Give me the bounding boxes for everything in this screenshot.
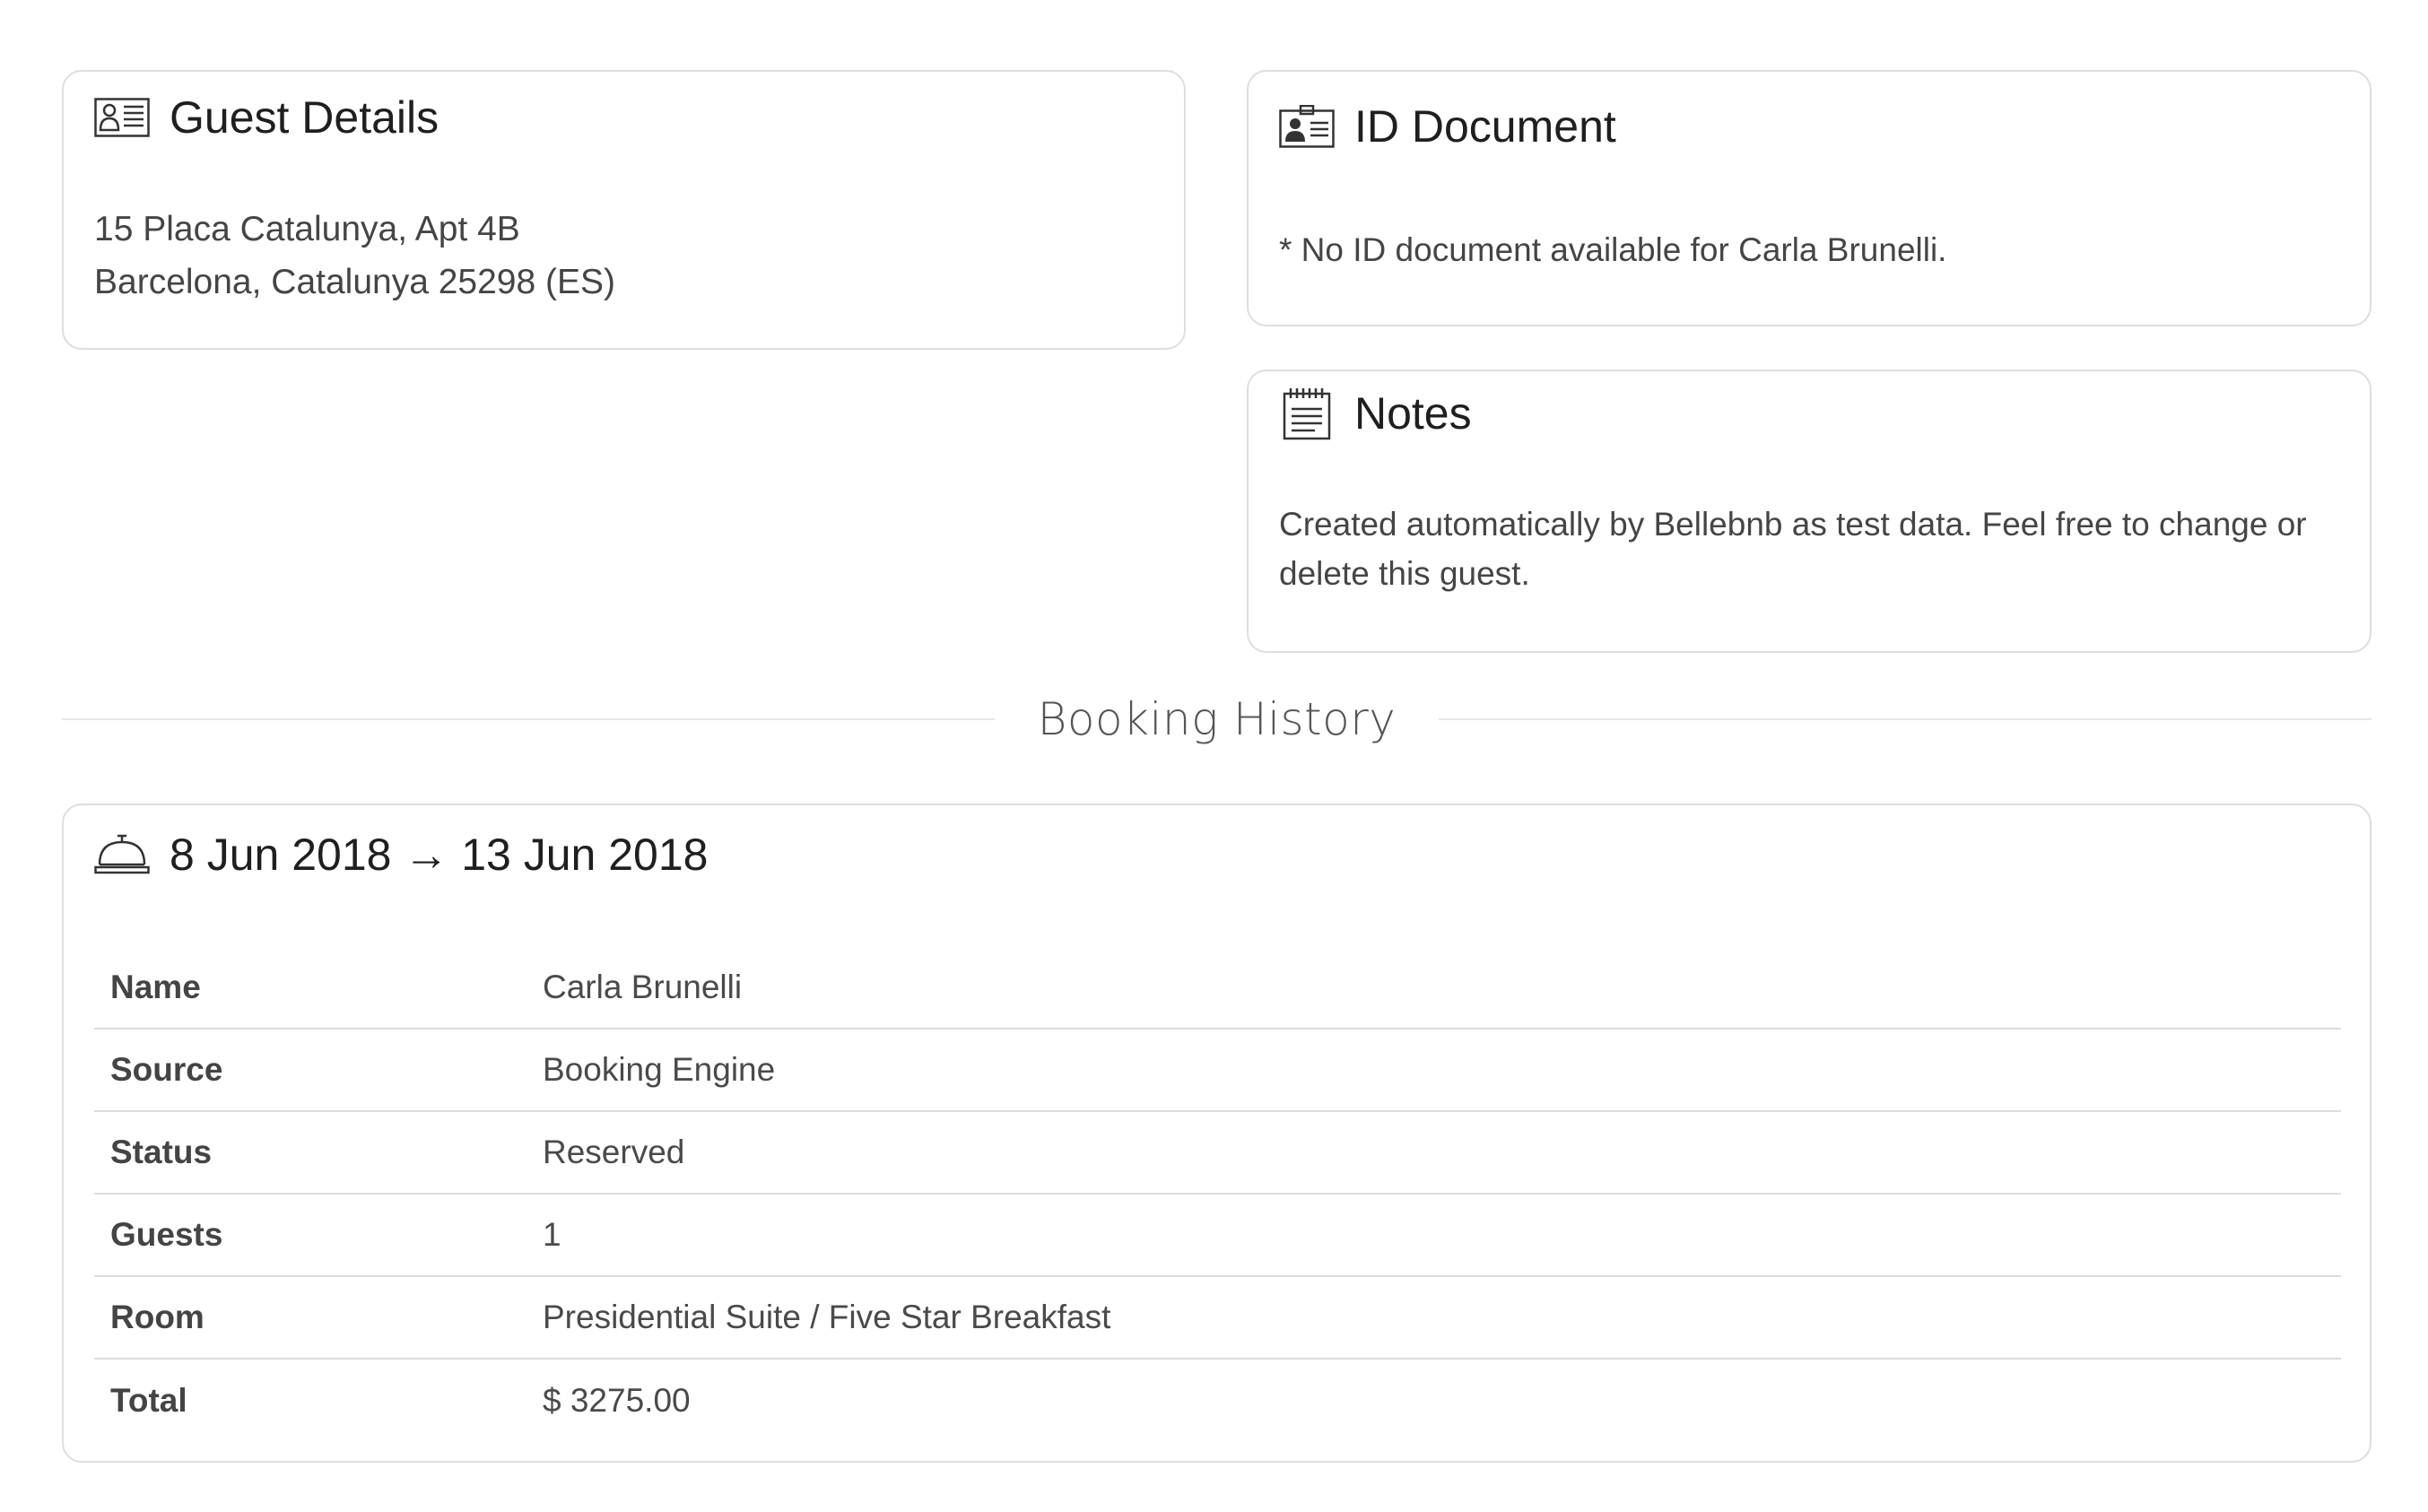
table-row: Source Booking Engine (94, 1028, 2341, 1111)
row-value-room: Presidential Suite / Five Star Breakfast (543, 1275, 2341, 1359)
booking-card: 8 Jun 2018 → 13 Jun 2018 Name Carla Brun… (62, 804, 2371, 1463)
notes-text-line-1: Created automatically by Bellebnb as tes… (1279, 506, 2307, 543)
address-line-1: 15 Placa Catalunya, Apt 4B (94, 210, 520, 248)
contact-card-icon (94, 95, 150, 140)
id-document-card: ID Document * No ID document available f… (1247, 70, 2371, 326)
table-row: Total $ 3275.00 (94, 1358, 2341, 1441)
notes-text: Created automatically by Bellebnb as tes… (1279, 500, 2339, 598)
guest-details-header: Guest Details (94, 95, 439, 140)
row-value-name: Carla Brunelli (543, 968, 743, 1005)
row-label-guests: Guests (94, 1193, 543, 1276)
guest-details-title: Guest Details (170, 92, 439, 143)
guest-address: 15 Placa Catalunya, Apt 4B Barcelona, Ca… (94, 203, 1153, 308)
id-document-message: * No ID document available for Carla Bru… (1279, 231, 1947, 268)
divider-rule-right (1439, 718, 2371, 720)
row-value-guests: 1 (543, 1193, 2341, 1276)
row-label-name: Name (110, 968, 201, 1005)
booking-history-heading: Booking History (1037, 693, 1397, 745)
row-label-room: Room (94, 1275, 543, 1359)
booking-details-table: Name Carla Brunelli Source Booking Engin… (94, 946, 2341, 1441)
row-label-source: Source (94, 1028, 543, 1111)
booking-header: 8 Jun 2018 → 13 Jun 2018 (94, 832, 708, 877)
row-value-total: $ 3275.00 (543, 1358, 2341, 1441)
row-value-source: Booking Engine (543, 1028, 2341, 1111)
table-row: Guests 1 (94, 1193, 2341, 1276)
service-bell-icon (94, 832, 150, 877)
table-row: Status Reserved (94, 1110, 2341, 1194)
row-label-total: Total (94, 1358, 543, 1441)
id-badge-icon (1279, 104, 1335, 149)
divider-rule-left (62, 718, 995, 720)
id-document-title: ID Document (1354, 101, 1616, 152)
row-label-status: Status (94, 1110, 543, 1194)
notes-card: Notes Created automatically by Bellebnb … (1247, 369, 2371, 653)
notepad-icon (1279, 388, 1335, 440)
notes-title: Notes (1354, 388, 1472, 439)
booking-date-range: 8 Jun 2018 → 13 Jun 2018 (170, 830, 709, 880)
table-row: Name Carla Brunelli (94, 946, 2341, 1029)
booking-history-divider: Booking History (62, 692, 2371, 746)
id-document-header: ID Document (1279, 104, 1616, 149)
table-row: Room Presidential Suite / Five Star Brea… (94, 1275, 2341, 1359)
row-value-status: Reserved (543, 1110, 2341, 1194)
guest-details-card: Guest Details 15 Placa Catalunya, Apt 4B… (62, 70, 1186, 350)
address-line-2: Barcelona, Catalunya 25298 (ES) (94, 263, 616, 301)
notes-header: Notes (1279, 388, 1472, 440)
notes-text-line-2: delete this guest. (1279, 555, 1530, 592)
